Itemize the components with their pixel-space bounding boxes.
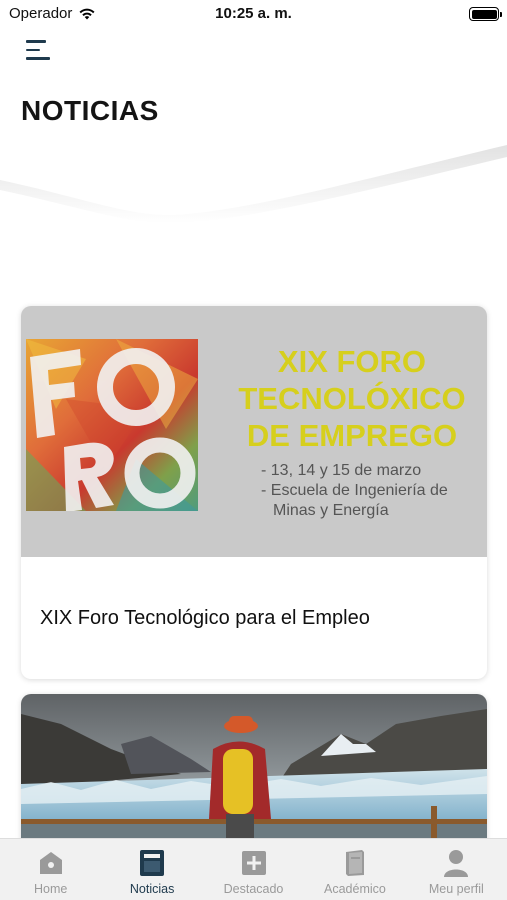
news-image: XIX FORO TECNOLÓXICO DE EMPREGO - 13, 14… bbox=[21, 306, 487, 557]
tab-label: Destacado bbox=[223, 882, 284, 896]
foro-logo bbox=[26, 339, 198, 511]
tab-noticias[interactable]: Noticias bbox=[101, 839, 202, 900]
foro-headline: XIX FORO TECNOLÓXICO DE EMPREGO bbox=[217, 343, 487, 454]
foro-detail-line: Minas y Energía bbox=[273, 502, 389, 519]
book-icon bbox=[341, 849, 369, 877]
tab-destacado[interactable]: Destacado bbox=[203, 839, 304, 900]
news-title[interactable]: XIX Foro Tecnológico para el Empleo bbox=[40, 607, 370, 630]
status-time: 10:25 a. m. bbox=[215, 5, 292, 22]
plus-icon bbox=[240, 849, 268, 877]
battery-icon bbox=[469, 7, 502, 21]
news-icon bbox=[138, 849, 166, 877]
news-image bbox=[21, 694, 487, 854]
page-title: NOTICIAS bbox=[21, 95, 159, 126]
foro-details: - 13, 14 y 15 de marzo - Escuela de Inge… bbox=[261, 461, 448, 521]
tab-meu-perfil[interactable]: Meu perfil bbox=[406, 839, 507, 900]
foro-detail-line: - 13, 14 y 15 de marzo bbox=[261, 462, 422, 479]
tab-label: Home bbox=[34, 882, 68, 896]
news-card[interactable] bbox=[21, 694, 487, 854]
home-icon bbox=[37, 849, 65, 877]
tab-home[interactable]: Home bbox=[0, 839, 101, 900]
foro-detail-line: - Escuela de Ingeniería de bbox=[261, 482, 448, 499]
foro-headline-line: TECNOLÓXICO bbox=[238, 381, 466, 416]
tab-label: Noticias bbox=[129, 882, 175, 896]
foro-headline-line: XIX FORO bbox=[277, 344, 427, 379]
news-card[interactable]: XIX FORO TECNOLÓXICO DE EMPREGO - 13, 14… bbox=[21, 306, 487, 679]
header-wave-divider bbox=[0, 145, 507, 224]
tab-academico[interactable]: Académico bbox=[304, 839, 405, 900]
tab-bar: Home Noticias Destacado Académico Meu pe… bbox=[0, 838, 507, 900]
tab-label: Meu perfil bbox=[428, 882, 484, 896]
status-bar: Operador 10:25 a. m. bbox=[0, 0, 507, 28]
tab-label: Académico bbox=[324, 882, 386, 896]
user-icon bbox=[442, 849, 470, 877]
foro-headline-line: DE EMPREGO bbox=[246, 418, 458, 453]
hamburger-menu-icon[interactable] bbox=[26, 40, 52, 60]
